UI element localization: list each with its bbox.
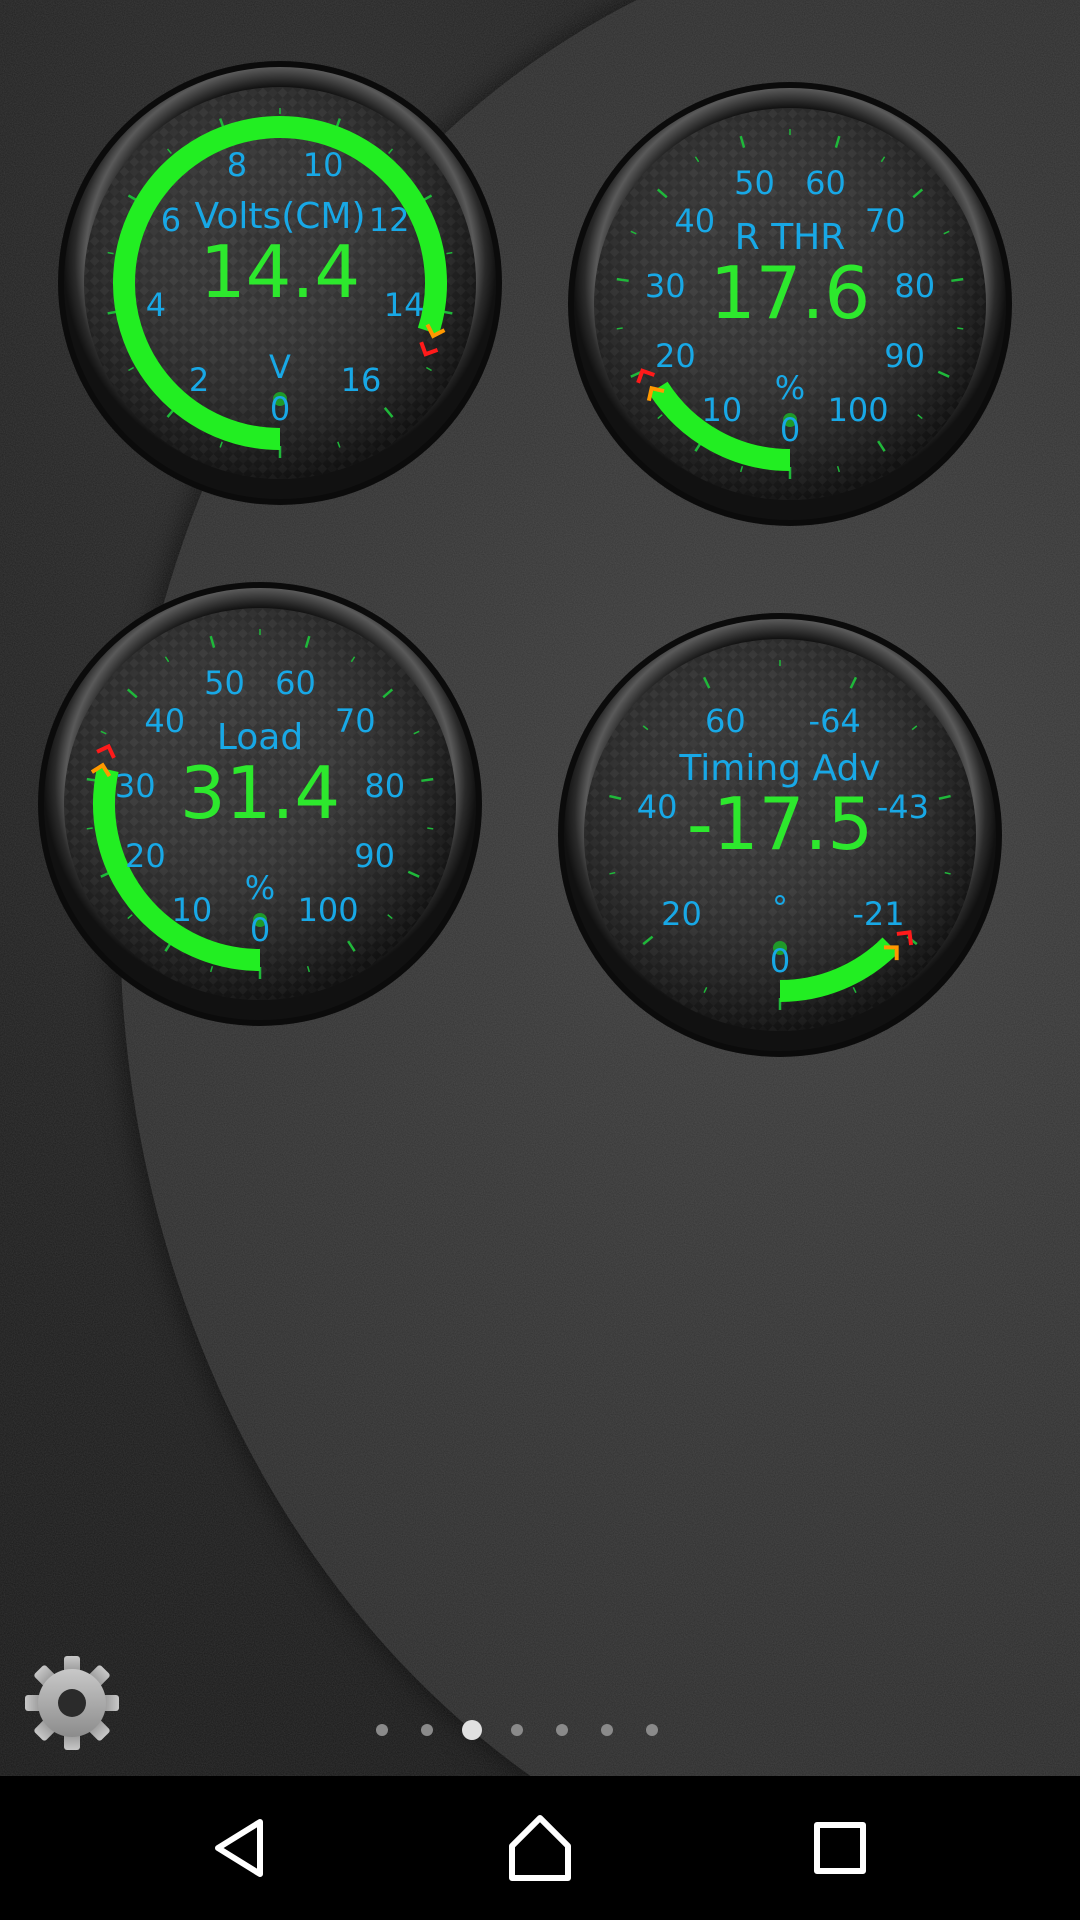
gauge-tick-label: 30 <box>644 267 686 306</box>
gauge-tick-label: 6 <box>160 201 182 239</box>
home-icon <box>509 1815 571 1881</box>
gauge-tick-label: 12 <box>368 201 410 239</box>
gauge-minor-tick <box>957 327 964 330</box>
gauge-load[interactable]: Load 31.4 % 0 10 20 30 40 50 60 70 80 90 100 <box>35 579 485 1029</box>
page-dot-active[interactable] <box>462 1720 482 1740</box>
gauge-volts[interactable]: Volts(CM) 14.4 V 0 2 4 6 8 10 12 14 16 <box>55 58 505 508</box>
gauge-tick-label: 0 <box>769 942 791 980</box>
recents-button[interactable] <box>790 1798 890 1898</box>
gauge-tick-label: 2 <box>188 360 210 399</box>
gauge-tick-label: 10 <box>701 390 743 429</box>
gauge-tick-label: 60 <box>275 664 316 703</box>
page-dot[interactable] <box>511 1724 523 1736</box>
gauge-major-tick <box>951 277 964 283</box>
gauge-tick-label: 40 <box>636 787 678 826</box>
gauge-tick-label: 8 <box>226 145 248 184</box>
gauge-unit: % <box>244 869 276 907</box>
gauge-value: 17.6 <box>709 251 871 335</box>
gauge-r-thr[interactable]: R THR 17.6 % 0 10 20 30 40 50 60 70 80 90 100 <box>565 79 1015 529</box>
gauge-tick-label: 40 <box>144 702 186 741</box>
gauge-unit: V <box>269 348 291 386</box>
gauge-tick-label: 90 <box>354 837 395 876</box>
home-button[interactable] <box>490 1798 590 1898</box>
gauge-minor-tick <box>616 327 623 330</box>
page-dot[interactable] <box>421 1724 433 1736</box>
gauge-value: -17.5 <box>686 782 874 866</box>
gauge-minor-tick <box>427 827 434 830</box>
gauge-tick-label: 14 <box>383 285 425 324</box>
gauge-tick-label: 80 <box>364 767 406 806</box>
page-dot[interactable] <box>556 1724 568 1736</box>
gauge-tick-label: 60 <box>704 702 746 741</box>
page-dot[interactable] <box>646 1724 658 1736</box>
gauge-tick-label: 20 <box>655 337 696 376</box>
gauge-tick-label: 100 <box>827 390 889 429</box>
gauge-unit: % <box>774 369 806 407</box>
gauge-major-tick <box>421 777 434 783</box>
page-dot[interactable] <box>376 1724 388 1736</box>
gauge-major-tick <box>616 277 629 283</box>
navigation-bar <box>0 1776 1080 1920</box>
gauge-tick-label: 70 <box>864 202 906 241</box>
gauge-tick-label: 20 <box>661 894 702 933</box>
back-triangle-icon <box>215 1819 263 1877</box>
gauge-tick-label: 60 <box>805 164 846 203</box>
page-indicator[interactable] <box>0 1718 1080 1742</box>
gauge-tick-label: 70 <box>334 702 376 741</box>
gauge-minor-tick <box>86 827 93 830</box>
gauge-tick-label: -43 <box>876 787 929 826</box>
gauge-tick-label: 80 <box>894 267 936 306</box>
gauge-value: 31.4 <box>179 751 341 835</box>
gauge-tick-label: 0 <box>249 911 271 949</box>
gauge-tick-label: 10 <box>171 890 213 929</box>
gauge-tick-label: 20 <box>125 837 166 876</box>
gauge-tick-label: 30 <box>114 767 156 806</box>
gauge-timing-adv[interactable]: Timing Adv -17.5 ° 0 20 40 60 -64 -43 -21 <box>555 610 1005 1060</box>
gauge-tick-label: 40 <box>674 202 716 241</box>
gauge-tick-label: 0 <box>269 390 291 428</box>
gauge-tick-label: 4 <box>145 285 167 324</box>
gauge-unit: ° <box>772 889 788 927</box>
gauge-tick-label: -64 <box>808 702 861 741</box>
back-button[interactable] <box>190 1798 290 1898</box>
gauge-tick-label: -21 <box>852 894 905 933</box>
gauge-tick-label: 16 <box>340 360 382 399</box>
page-dot[interactable] <box>601 1724 613 1736</box>
gauge-tick-label: 100 <box>297 890 359 929</box>
gauge-minor-tick <box>107 251 114 255</box>
gauge-tick-label: 50 <box>204 664 245 703</box>
gauge-tick-label: 0 <box>779 411 801 449</box>
gauge-tick-label: 90 <box>884 337 925 376</box>
gauge-tick-label: 50 <box>734 164 775 203</box>
gauge-value: 14.4 <box>199 230 361 314</box>
recents-square-icon <box>814 1822 866 1874</box>
gauge-minor-tick <box>446 251 453 255</box>
gauge-tick-label: 10 <box>302 145 344 184</box>
